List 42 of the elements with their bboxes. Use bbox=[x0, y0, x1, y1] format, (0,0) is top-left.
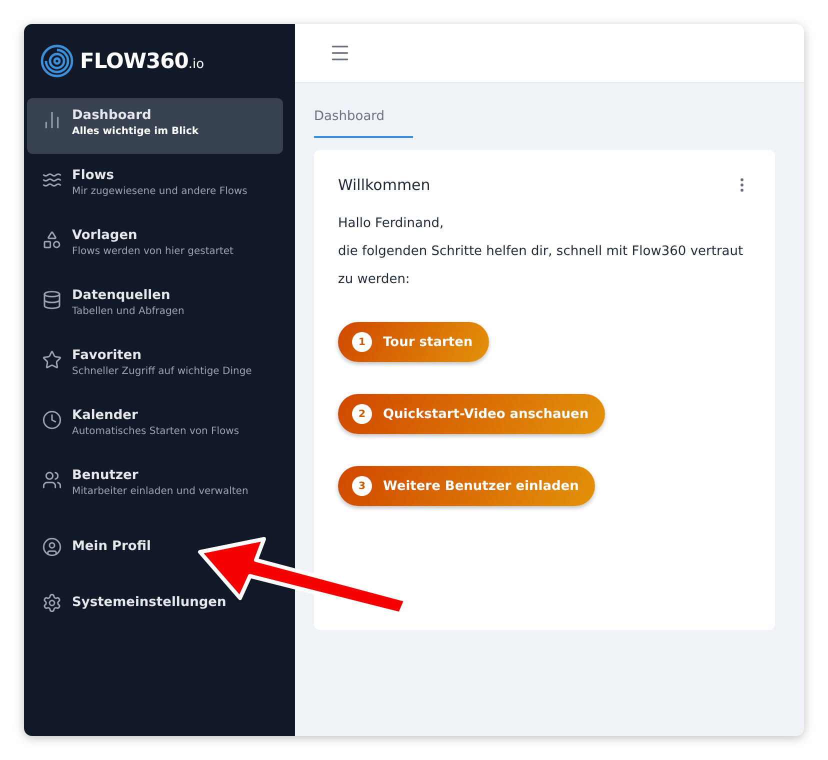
sidebar-item[interactable]: Flows Mir zugewiesene und andere Flows bbox=[27, 158, 283, 214]
item-label: Mein Profil bbox=[72, 538, 151, 554]
item-subtitle: Alles wichtige im Blick bbox=[72, 126, 199, 137]
sidebar-item[interactable]: Datenquellen Tabellen und Abfragen bbox=[27, 278, 283, 334]
item-subtitle: Mir zugewiesene und andere Flows bbox=[72, 186, 248, 197]
item-label: Systemeinstellungen bbox=[72, 594, 226, 610]
sidebar-item[interactable]: Systemeinstellungen bbox=[27, 574, 283, 630]
item-label: Dashboard bbox=[72, 108, 152, 123]
database-icon bbox=[42, 290, 62, 310]
sidebar-item[interactable]: Dashboard Alles wichtige im Blick bbox=[27, 98, 283, 154]
item-label: Vorlagen bbox=[72, 228, 138, 243]
card-title: Willkommen bbox=[338, 176, 430, 194]
sidebar-item[interactable]: Vorlagen Flows werden von hier gestartet bbox=[27, 218, 283, 274]
step-button[interactable]: 2 Quickstart-Video anschauen bbox=[338, 394, 605, 434]
sidebar-item[interactable]: Favoriten Schneller Zugriff auf wichtige Dinge bbox=[27, 338, 283, 394]
item-subtitle: Tabellen und Abfragen bbox=[72, 306, 184, 317]
item-label: Favoriten bbox=[72, 348, 142, 363]
item-label: Kalender bbox=[72, 408, 139, 423]
clock-icon bbox=[42, 410, 62, 430]
item-label: Benutzer bbox=[72, 468, 140, 483]
item-label: Datenquellen bbox=[72, 288, 172, 303]
settings-icon bbox=[42, 593, 62, 613]
item-subtitle: Flows werden von hier gestartet bbox=[72, 246, 234, 257]
logo-suffix: .io bbox=[188, 56, 204, 72]
logo-icon bbox=[40, 44, 74, 78]
item-label: Flows bbox=[72, 168, 116, 183]
tab[interactable]: Dashboard bbox=[314, 109, 413, 138]
user-circle-icon bbox=[42, 537, 62, 557]
welcome-text: die folgenden Schritte helfen dir, schnell mit Flow360 vertraut zu werden: bbox=[338, 243, 744, 289]
item-subtitle: Mitarbeiter einladen und verwalten bbox=[72, 486, 248, 497]
item-subtitle: Schneller Zugriff auf wichtige Dinge bbox=[72, 366, 252, 377]
logo-text: FLOW360 bbox=[80, 49, 188, 73]
shapes-icon bbox=[42, 230, 62, 250]
users-icon bbox=[42, 470, 62, 490]
step-button[interactable]: 1 Tour starten bbox=[338, 322, 489, 362]
step-button[interactable]: 3 Weitere Benutzer einladen bbox=[338, 466, 595, 506]
sidebar-item[interactable]: Benutzer Mitarbeiter einladen und verwalten bbox=[27, 458, 283, 514]
sidebar-item[interactable]: Mein Profil bbox=[27, 518, 283, 574]
welcome-text: Hallo Ferdinand, bbox=[338, 215, 445, 233]
star-icon bbox=[42, 350, 62, 370]
item-subtitle: Automatisches Starten von Flows bbox=[72, 426, 240, 437]
sidebar-item[interactable]: Kalender Automatisches Starten von Flows bbox=[27, 398, 283, 454]
